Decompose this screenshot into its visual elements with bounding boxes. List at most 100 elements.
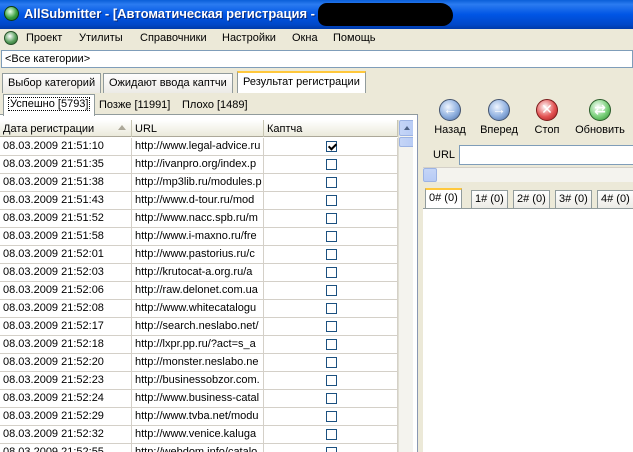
table-row[interactable]: 08.03.2009 21:52:55 http://webdom.info/ca… — [0, 444, 398, 452]
cell-url: http://www.tvba.net/modu — [132, 408, 264, 426]
browser-horizontal-scrollbar[interactable] — [423, 167, 633, 182]
cell-url: http://krutocat-a.org.ru/a — [132, 264, 264, 282]
main-tabs: Выбор категорий Ожидают ввода каптчи Рез… — [0, 71, 633, 94]
browser-tab-3[interactable]: 3# (0) — [555, 190, 592, 208]
browser-tab-1[interactable]: 1# (0) — [471, 190, 508, 208]
table-row[interactable]: 08.03.2009 21:51:10 http://www.legal-advi… — [0, 138, 398, 156]
cell-date: 08.03.2009 21:52:06 — [0, 282, 132, 300]
captcha-checkbox[interactable] — [326, 411, 337, 422]
cell-captcha — [264, 354, 398, 372]
tab-awaiting-captcha[interactable]: Ожидают ввода каптчи — [103, 73, 233, 93]
captcha-checkbox[interactable] — [326, 141, 337, 152]
stop-button[interactable]: ✕ Стоп — [522, 97, 572, 139]
table-row[interactable]: 08.03.2009 21:52:17 http://search.neslabo… — [0, 318, 398, 336]
url-label: URL — [433, 149, 456, 161]
menu-utilities[interactable]: Утилиты — [79, 32, 123, 44]
window-title: AllSubmitter - [Автоматическая регистрац… — [24, 6, 315, 21]
browser-view[interactable] — [423, 208, 633, 452]
tab-registration-result[interactable]: Результат регистрации — [237, 71, 366, 94]
menu-app-icon[interactable] — [4, 31, 18, 45]
back-arrow-icon: ← — [439, 99, 461, 121]
cell-date: 08.03.2009 21:52:23 — [0, 372, 132, 390]
cell-date: 08.03.2009 21:52:24 — [0, 390, 132, 408]
cell-url: http://monster.neslabo.ne — [132, 354, 264, 372]
cell-url: http://www.whitecatalogu — [132, 300, 264, 318]
table-row[interactable]: 08.03.2009 21:52:06 http://raw.delonet.co… — [0, 282, 398, 300]
cell-date: 08.03.2009 21:52:17 — [0, 318, 132, 336]
captcha-checkbox[interactable] — [326, 177, 337, 188]
captcha-checkbox[interactable] — [326, 249, 337, 260]
table-row[interactable]: 08.03.2009 21:52:20 http://monster.neslab… — [0, 354, 398, 372]
captcha-checkbox[interactable] — [326, 303, 337, 314]
menu-help[interactable]: Помощь — [333, 32, 376, 44]
table-row[interactable]: 08.03.2009 21:52:29 http://www.tvba.net/m… — [0, 408, 398, 426]
cell-date: 08.03.2009 21:52:08 — [0, 300, 132, 318]
table-row[interactable]: 08.03.2009 21:52:01 http://www.pastorius.… — [0, 246, 398, 264]
refresh-button[interactable]: ⇄ Обновить — [575, 97, 625, 139]
browser-tab-0[interactable]: 0# (0) — [425, 188, 462, 208]
table-header: Дата регистрации URL Каптча — [0, 120, 398, 137]
table-row[interactable]: 08.03.2009 21:52:18 http://lxpr.pp.ru/?ac… — [0, 336, 398, 354]
table-row[interactable]: 08.03.2009 21:51:52 http://www.nacc.spb.r… — [0, 210, 398, 228]
table-row[interactable]: 08.03.2009 21:51:43 http://www.d-tour.ru/… — [0, 192, 398, 210]
cell-captcha — [264, 336, 398, 354]
table-row[interactable]: 08.03.2009 21:51:38 http://mp3lib.ru/modu… — [0, 174, 398, 192]
captcha-checkbox[interactable] — [326, 195, 337, 206]
cell-url: http://www.pastorius.ru/c — [132, 246, 264, 264]
table-row[interactable]: 08.03.2009 21:52:03 http://krutocat-a.org… — [0, 264, 398, 282]
captcha-checkbox[interactable] — [326, 447, 337, 452]
menu-project[interactable]: Проект — [26, 32, 62, 44]
scroll-up-arrow-icon[interactable] — [399, 120, 413, 136]
captcha-checkbox[interactable] — [326, 375, 337, 386]
table-row[interactable]: 08.03.2009 21:51:58 http://www.i-maxno.ru… — [0, 228, 398, 246]
captcha-checkbox[interactable] — [326, 267, 337, 278]
title-bar[interactable]: AllSubmitter - [Автоматическая регистрац… — [0, 0, 633, 29]
app-globe-icon — [4, 6, 19, 21]
captcha-checkbox[interactable] — [326, 357, 337, 368]
table-row[interactable]: 08.03.2009 21:52:08 http://www.whitecatal… — [0, 300, 398, 318]
column-header-url[interactable]: URL — [132, 120, 264, 137]
table-row[interactable]: 08.03.2009 21:51:35 http://ivanpro.org/in… — [0, 156, 398, 174]
table-row[interactable]: 08.03.2009 21:52:23 http://businessobzor.… — [0, 372, 398, 390]
captcha-checkbox[interactable] — [326, 159, 337, 170]
redaction-mark — [318, 3, 453, 26]
captcha-checkbox[interactable] — [326, 339, 337, 350]
captcha-checkbox[interactable] — [326, 285, 337, 296]
subtab-success-label: Успешно [5793] — [8, 97, 91, 111]
table-row[interactable]: 08.03.2009 21:52:24 http://www.business-c… — [0, 390, 398, 408]
menu-references[interactable]: Справочники — [140, 32, 207, 44]
captcha-checkbox[interactable] — [326, 213, 337, 224]
cell-captcha — [264, 300, 398, 318]
column-header-captcha[interactable]: Каптча — [264, 120, 398, 137]
stop-button-label: Стоп — [534, 124, 560, 136]
cell-captcha — [264, 210, 398, 228]
url-input[interactable] — [459, 145, 633, 165]
captcha-checkbox[interactable] — [326, 429, 337, 440]
captcha-checkbox[interactable] — [326, 231, 337, 242]
forward-button[interactable]: → Вперед — [474, 97, 524, 139]
cell-date: 08.03.2009 21:52:32 — [0, 426, 132, 444]
back-button[interactable]: ← Назад — [425, 97, 475, 139]
cell-captcha — [264, 372, 398, 390]
table-row[interactable]: 08.03.2009 21:52:32 http://www.venice.kal… — [0, 426, 398, 444]
cell-date: 08.03.2009 21:51:35 — [0, 156, 132, 174]
browser-tab-4[interactable]: 4# (0) — [597, 190, 633, 208]
refresh-icon: ⇄ — [589, 99, 611, 121]
subtab-later[interactable]: Позже [11991] — [95, 96, 174, 115]
category-select[interactable]: <Все категории> — [1, 50, 633, 68]
browser-pane: ← Назад → Вперед ✕ Стоп ⇄ Обновить URL 0… — [419, 93, 633, 452]
cell-date: 08.03.2009 21:51:10 — [0, 138, 132, 156]
menu-settings[interactable]: Настройки — [222, 32, 276, 44]
scroll-thumb[interactable] — [399, 137, 413, 147]
captcha-checkbox[interactable] — [326, 393, 337, 404]
tab-category-selection[interactable]: Выбор категорий — [2, 73, 102, 93]
forward-button-label: Вперед — [480, 124, 518, 136]
scroll-left-arrow-icon[interactable] — [423, 168, 437, 182]
menu-windows[interactable]: Окна — [292, 32, 318, 44]
browser-tab-2[interactable]: 2# (0) — [513, 190, 550, 208]
subtab-success[interactable]: Успешно [5793] — [3, 94, 96, 116]
table-vertical-scrollbar[interactable] — [398, 120, 413, 452]
captcha-checkbox[interactable] — [326, 321, 337, 332]
subtab-bad[interactable]: Плохо [1489] — [178, 96, 252, 115]
column-header-date[interactable]: Дата регистрации — [0, 120, 132, 137]
